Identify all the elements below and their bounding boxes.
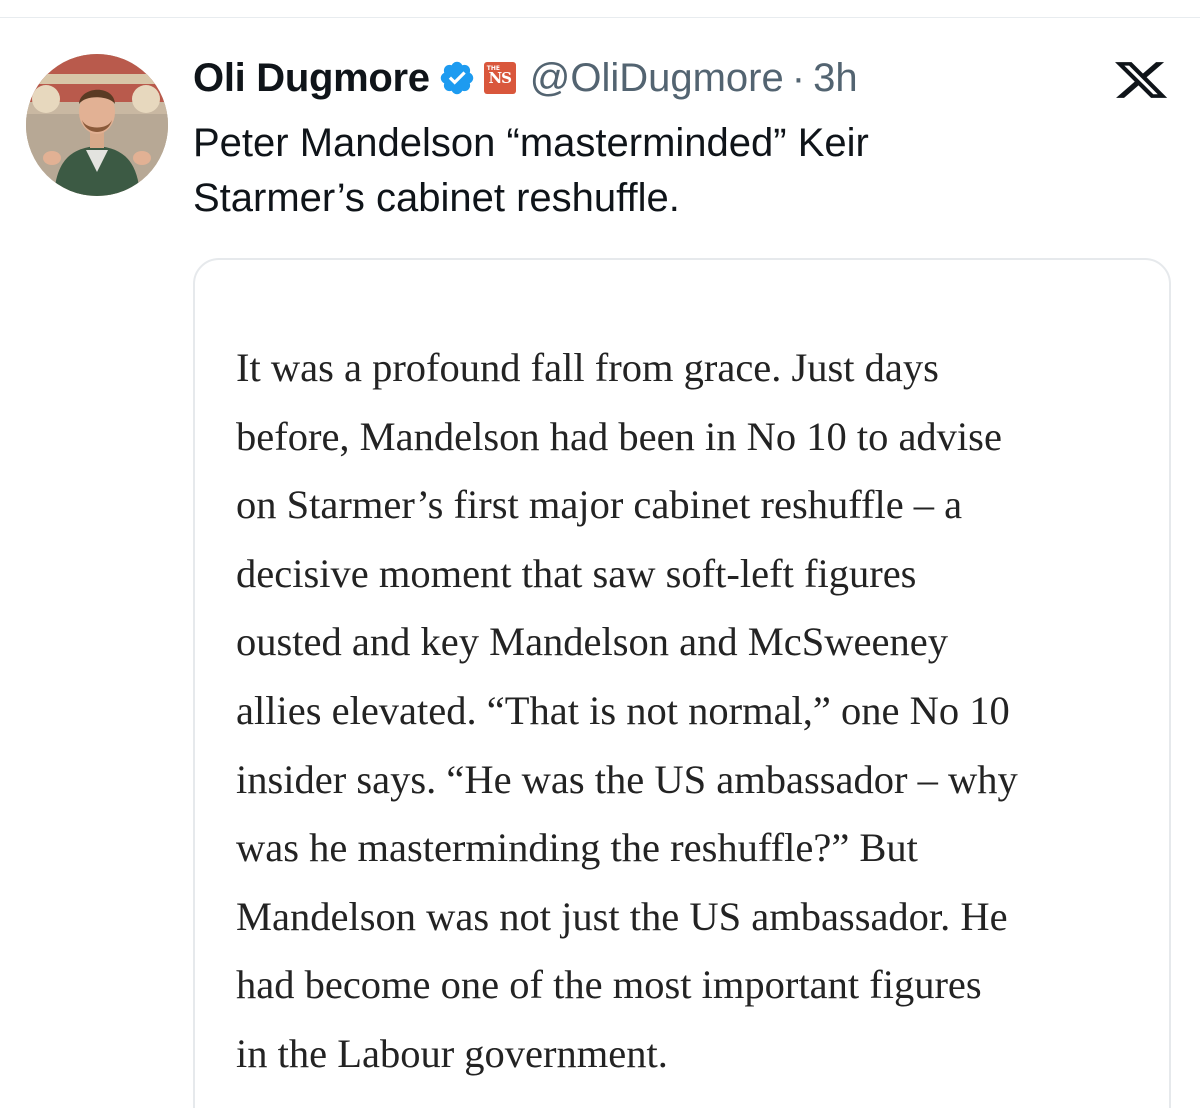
article-excerpt: It was a profound fall from grace. Just … bbox=[236, 334, 1136, 1089]
excerpt-line: decisive moment that saw soft-left figur… bbox=[236, 550, 917, 596]
tweet-text: Peter Mandelson “masterminded” Keir Star… bbox=[193, 116, 1093, 226]
affiliate-badge-small-text: THE bbox=[486, 65, 500, 72]
excerpt-line: was he masterminding the reshuffle?” But bbox=[236, 825, 918, 871]
author-handle[interactable]: @OliDugmore bbox=[530, 56, 784, 101]
avatar-photo bbox=[26, 54, 168, 196]
verified-badge-icon[interactable] bbox=[438, 59, 476, 97]
excerpt-line: on Starmer’s first major cabinet reshuff… bbox=[236, 482, 963, 528]
tweet-timestamp[interactable]: 3h bbox=[813, 56, 858, 101]
author-display-name[interactable]: Oli Dugmore bbox=[193, 56, 430, 101]
tweet-screenshot: Oli Dugmore THE NS @OliDugmore · 3h Pete… bbox=[0, 0, 1200, 1108]
excerpt-line: Mandelson was not just the US ambassador… bbox=[236, 893, 1008, 939]
tweet-text-line: Starmer’s cabinet reshuffle. bbox=[193, 176, 680, 220]
avatar[interactable] bbox=[26, 54, 168, 196]
top-divider bbox=[0, 17, 1200, 18]
excerpt-line: insider says. “He was the US ambassador … bbox=[236, 756, 1018, 802]
excerpt-line: had become one of the most important fig… bbox=[236, 962, 982, 1008]
affiliate-badge-icon[interactable]: THE NS bbox=[483, 62, 516, 94]
tweet-text-line: Peter Mandelson “masterminded” Keir bbox=[193, 121, 869, 165]
header-separator: · bbox=[791, 55, 806, 100]
excerpt-line: ousted and key Mandelson and McSweeney bbox=[236, 619, 948, 665]
excerpt-line: in the Labour government. bbox=[236, 1030, 668, 1076]
excerpt-line: allies elevated. “That is not normal,” o… bbox=[236, 687, 1010, 733]
x-logo-icon bbox=[1115, 62, 1168, 98]
excerpt-line: before, Mandelson had been in No 10 to a… bbox=[236, 413, 1002, 459]
excerpt-line: It was a profound fall from grace. Just … bbox=[236, 345, 939, 390]
tweet-header: Oli Dugmore THE NS @OliDugmore · 3h bbox=[193, 52, 858, 104]
